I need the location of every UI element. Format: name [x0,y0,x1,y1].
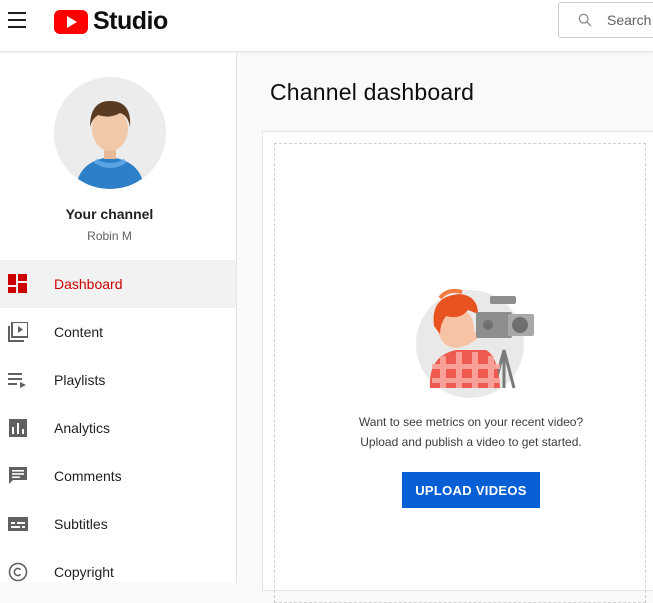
channel-avatar[interactable] [54,77,166,189]
comments-icon [9,467,27,484]
page-title: Channel dashboard [270,79,475,105]
channel-title: Your channel [65,206,154,222]
upload-videos-button[interactable]: UPLOAD VIDEOS [402,472,540,508]
upload-prompt-line-2: Upload and publish a video to get starte… [360,435,582,449]
sidebar-item-comments[interactable]: Comments [0,452,236,500]
studio-logo[interactable]: Studio [54,7,168,36]
sidebar-item-label: Comments [54,468,122,484]
sidebar-item-label: Analytics [54,420,111,436]
sidebar-item-label: Content [54,324,104,340]
youtube-play-icon [54,9,88,34]
analytics-icon [9,419,27,437]
sidebar-item-playlists[interactable]: Playlists [0,356,236,404]
subtitles-icon [8,517,28,531]
search-input[interactable] [607,12,653,28]
upload-prompt-area: Want to see metrics on your recent video… [274,143,646,603]
channel-username: Robin M [87,229,132,243]
top-bar: Studio [0,0,653,52]
sidebar-item-label: Dashboard [54,276,123,292]
search-box[interactable] [558,2,653,38]
videographer-illustration [416,288,534,398]
sidebar-item-subtitles[interactable]: Subtitles [0,500,236,548]
sidebar-item-content[interactable]: Content [0,308,236,356]
copyright-icon [8,562,28,582]
sidebar: Your channel Robin M Dashboard Content P… [0,53,237,583]
sidebar-item-analytics[interactable]: Analytics [0,404,236,452]
logo-text: Studio [93,7,168,35]
sidebar-item-label: Playlists [54,372,106,388]
search-icon [578,13,592,27]
sidebar-item-label: Copyright [54,564,114,580]
dashboard-icon [8,274,27,293]
dashboard-card: Want to see metrics on your recent video… [262,131,653,603]
sidebar-nav: Dashboard Content Playlists Analytics Co… [0,260,236,596]
content-icon [8,322,28,342]
hamburger-menu-icon[interactable] [8,10,30,30]
upload-prompt-line-1: Want to see metrics on your recent video… [358,415,584,429]
sidebar-item-dashboard[interactable]: Dashboard [0,260,236,308]
playlists-icon [8,373,26,388]
sidebar-item-copyright[interactable]: Copyright [0,548,236,596]
sidebar-item-label: Subtitles [54,516,108,532]
